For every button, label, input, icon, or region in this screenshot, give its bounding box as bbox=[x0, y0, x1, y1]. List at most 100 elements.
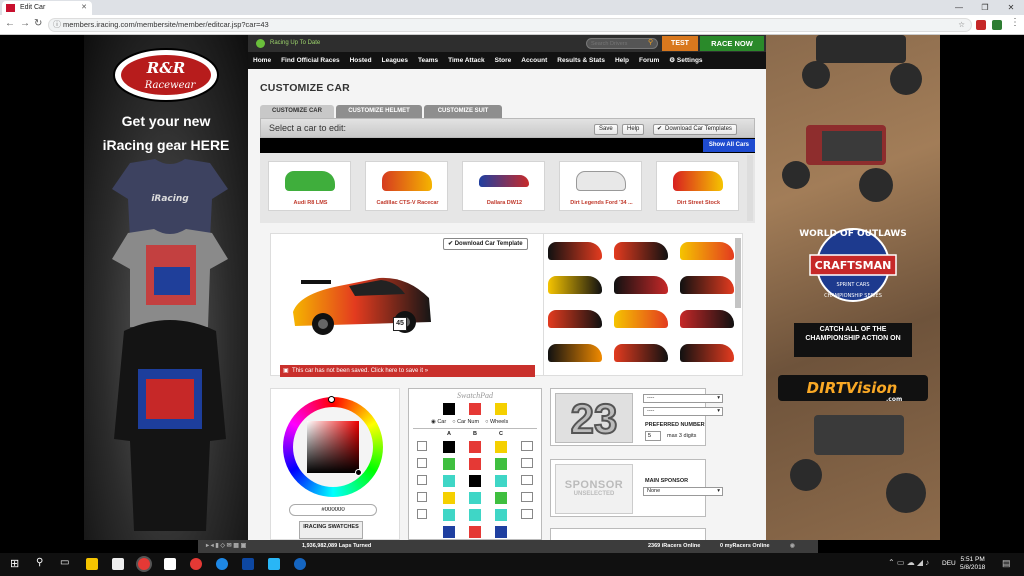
tray-icons[interactable]: ⌃ ▭ ☁ ◢ ♪ bbox=[888, 558, 929, 567]
download-car-templates-button[interactable]: ✔ Download Car Templates bbox=[653, 124, 737, 135]
nav-forum[interactable]: Forum bbox=[634, 52, 664, 69]
row-tool-icon[interactable] bbox=[417, 458, 427, 468]
nav-account[interactable]: Account bbox=[516, 52, 552, 69]
tab-customize-car[interactable]: CUSTOMIZE CAR bbox=[260, 105, 334, 118]
app-icon[interactable] bbox=[190, 558, 202, 570]
swatch-cell[interactable] bbox=[495, 475, 507, 487]
row-tool-icon[interactable] bbox=[521, 492, 533, 502]
swatch-cell[interactable] bbox=[495, 492, 507, 504]
row-tool-icon[interactable] bbox=[521, 441, 533, 451]
paint-scheme-option[interactable] bbox=[680, 310, 734, 328]
paint-scheme-option[interactable] bbox=[680, 242, 734, 260]
race-now-button[interactable]: RACE NOW bbox=[700, 36, 764, 51]
swatch-cell[interactable] bbox=[443, 492, 455, 504]
search-icon[interactable]: ⚲ bbox=[648, 38, 653, 46]
close-tab-icon[interactable]: ✕ bbox=[81, 1, 87, 15]
preferred-number-input[interactable] bbox=[645, 431, 661, 441]
extension-icon[interactable] bbox=[976, 20, 986, 30]
paint-scheme-option[interactable] bbox=[614, 276, 668, 294]
nav-store[interactable]: Store bbox=[490, 52, 517, 69]
menu-icon[interactable]: ⋮ bbox=[1010, 17, 1020, 28]
saturation-square[interactable] bbox=[307, 421, 359, 473]
chrome-icon[interactable] bbox=[138, 558, 150, 570]
swatch-cell[interactable] bbox=[443, 458, 455, 470]
row-tool-icon[interactable] bbox=[417, 492, 427, 502]
paint-scheme-option[interactable] bbox=[548, 344, 602, 362]
car-card-audi-r8[interactable]: Audi R8 LMS bbox=[268, 161, 351, 211]
car-card-cadillac[interactable]: Cadillac CTS-V Racecar bbox=[365, 161, 448, 211]
row-tool-icon[interactable] bbox=[417, 441, 427, 451]
car-list-scrollbar[interactable] bbox=[747, 155, 753, 221]
windows-start-icon[interactable]: ⊞ bbox=[10, 557, 19, 570]
swatch-cell[interactable] bbox=[495, 509, 507, 521]
nav-leagues[interactable]: Leagues bbox=[377, 52, 413, 69]
reload-icon[interactable]: ↻ bbox=[34, 18, 42, 29]
row-tool-icon[interactable] bbox=[521, 475, 533, 485]
test-button[interactable]: TEST bbox=[662, 36, 698, 51]
close-window-button[interactable]: ✕ bbox=[998, 0, 1024, 15]
browser-tab[interactable]: Edit Car ✕ bbox=[2, 1, 92, 15]
unsaved-warning-bar[interactable]: ▣ This car has not been saved. Click her… bbox=[280, 365, 535, 377]
app-icon[interactable] bbox=[242, 558, 254, 570]
car-card-dirt-legends[interactable]: Dirt Legends Ford '34 ... bbox=[559, 161, 642, 211]
search-icon[interactable]: ⚲ bbox=[36, 557, 43, 568]
paint-scheme-option[interactable] bbox=[548, 242, 602, 260]
swatch-cell[interactable] bbox=[469, 526, 481, 538]
paint-scheme-option[interactable] bbox=[680, 344, 734, 362]
extension-icon[interactable] bbox=[992, 20, 1002, 30]
bookmark-star-icon[interactable]: ☆ bbox=[958, 19, 965, 31]
target-car-num-radio[interactable]: ○ Car Num bbox=[452, 419, 479, 425]
forward-icon[interactable]: → bbox=[20, 18, 30, 29]
nav-settings[interactable]: ⚙ Settings bbox=[664, 52, 707, 69]
footer-icons[interactable]: ▸ ◂ ▮ ◇ ✉ ▦ ▣ bbox=[206, 540, 246, 553]
color-handle[interactable] bbox=[355, 469, 362, 476]
skype-icon[interactable] bbox=[216, 558, 228, 570]
nav-help[interactable]: Help bbox=[610, 52, 634, 69]
paint-scheme-option[interactable] bbox=[548, 310, 602, 328]
right-ad-banner[interactable]: WORLD OF OUTLAWS CRAFTSMAN SPRINT CARS C… bbox=[766, 35, 940, 540]
language-indicator[interactable]: DEU bbox=[942, 560, 956, 567]
store-icon[interactable] bbox=[164, 558, 176, 570]
swatch-color-a[interactable] bbox=[443, 403, 455, 415]
minimize-button[interactable]: — bbox=[946, 0, 972, 15]
swatch-cell[interactable] bbox=[469, 441, 481, 453]
swatch-cell[interactable] bbox=[469, 475, 481, 487]
swatch-cell[interactable] bbox=[443, 441, 455, 453]
paint-scheme-option[interactable] bbox=[614, 344, 668, 362]
row-tool-icon[interactable] bbox=[417, 509, 427, 519]
main-sponsor-select[interactable]: None ▾ bbox=[643, 487, 723, 496]
steam-icon[interactable] bbox=[294, 558, 306, 570]
swatch-cell[interactable] bbox=[469, 509, 481, 521]
car-card-dirt-street-stock[interactable]: Dirt Street Stock bbox=[656, 161, 739, 211]
swatch-color-c[interactable] bbox=[495, 403, 507, 415]
nav-home[interactable]: Home bbox=[248, 52, 276, 69]
target-wheels-radio[interactable]: ○ Wheels bbox=[485, 419, 508, 425]
swatch-cell[interactable] bbox=[495, 441, 507, 453]
swatch-cell[interactable] bbox=[495, 526, 507, 538]
swatch-color-b[interactable] bbox=[469, 403, 481, 415]
help-button[interactable]: Help bbox=[622, 124, 645, 135]
download-car-template-button[interactable]: ✔ Download Car Template bbox=[443, 238, 528, 250]
car-card-dallara[interactable]: Dallara DW12 bbox=[462, 161, 545, 211]
paint-scheme-option[interactable] bbox=[548, 276, 602, 294]
swatch-cell[interactable] bbox=[443, 475, 455, 487]
nav-time-attack[interactable]: Time Attack bbox=[443, 52, 490, 69]
paint-scheme-option[interactable] bbox=[614, 242, 668, 260]
paint-scheme-scrollbar[interactable] bbox=[735, 238, 741, 308]
row-tool-icon[interactable] bbox=[521, 509, 533, 519]
save-button[interactable]: Save bbox=[594, 124, 618, 135]
iracing-swatches-button[interactable]: IRACING SWATCHES bbox=[299, 521, 363, 539]
show-all-cars-button[interactable]: Show All Cars bbox=[702, 139, 755, 152]
number-color-select[interactable]: ---- ▾ bbox=[643, 407, 723, 416]
paint-scheme-option[interactable] bbox=[614, 310, 668, 328]
hex-color-input[interactable] bbox=[289, 504, 377, 516]
swatch-cell[interactable] bbox=[443, 526, 455, 538]
swatch-cell[interactable] bbox=[469, 458, 481, 470]
swatch-cell[interactable] bbox=[495, 458, 507, 470]
row-tool-icon[interactable] bbox=[521, 458, 533, 468]
left-ad-banner[interactable]: R&R Racewear Get your new iRacing gear H… bbox=[84, 35, 248, 540]
tab-customize-suit[interactable]: CUSTOMIZE SUIT bbox=[424, 105, 502, 118]
swatch-cell[interactable] bbox=[469, 492, 481, 504]
mail-icon[interactable] bbox=[112, 558, 124, 570]
row-tool-icon[interactable] bbox=[417, 475, 427, 485]
